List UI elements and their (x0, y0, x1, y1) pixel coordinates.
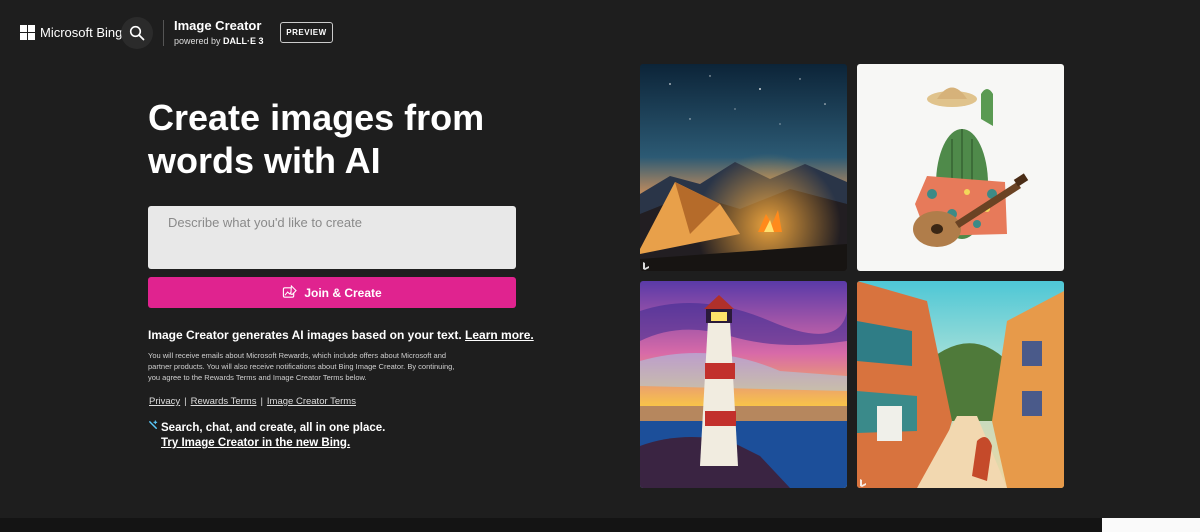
product-subtitle: powered by DALL·E 3 (174, 36, 264, 46)
product-title-block[interactable]: Image Creator powered by DALL·E 3 (174, 18, 264, 46)
microsoft-bing-logo[interactable]: Microsoft Bing (20, 25, 122, 40)
create-image-icon (283, 285, 298, 298)
prompt-input[interactable] (148, 206, 516, 269)
bottom-bar (0, 518, 1200, 532)
terms-links: Privacy | Rewards Terms | Image Creator Term… (149, 396, 356, 407)
info-text: Image Creator generates AI images based … (148, 328, 534, 342)
gallery-image-cactus-guitar[interactable] (857, 64, 1064, 271)
search-button[interactable] (121, 17, 153, 49)
brand-name: Microsoft Bing (40, 25, 123, 40)
image-creator-terms-link[interactable]: Image Creator Terms (267, 396, 356, 407)
learn-more-link[interactable]: Learn more. (465, 328, 534, 342)
bing-watermark-icon (643, 262, 649, 270)
microsoft-logo-icon (20, 25, 35, 40)
join-and-create-label: Join & Create (304, 285, 382, 300)
try-new-bing-link[interactable]: Try Image Creator in the new Bing. (161, 437, 350, 449)
powered-by-model: DALL·E 3 (223, 36, 264, 46)
promo-line-1: Search, chat, and create, all in one pla… (161, 422, 386, 434)
link-separator: | (260, 396, 263, 407)
powered-by-prefix: powered by (174, 36, 221, 46)
top-header: Microsoft Bing Image Creator powered by … (0, 0, 1200, 64)
bing-watermark-icon (860, 479, 866, 487)
search-icon (129, 25, 145, 41)
info-description: Image Creator generates AI images based … (148, 328, 462, 342)
product-title: Image Creator (174, 18, 262, 33)
preview-badge: PREVIEW (280, 22, 333, 43)
gallery-image-campfire[interactable] (640, 64, 847, 271)
new-bing-promo: Search, chat, and create, all in one pla… (148, 420, 386, 451)
hero-line-1: Create images from (148, 97, 485, 138)
join-and-create-button[interactable]: Join & Create (148, 277, 516, 308)
hero-line-2: words with AI (148, 140, 381, 181)
privacy-link[interactable]: Privacy (149, 396, 180, 407)
sparkle-icon (149, 420, 158, 429)
link-separator: | (184, 396, 187, 407)
rewards-terms-link[interactable]: Rewards Terms (191, 396, 257, 407)
header-divider (163, 20, 164, 46)
gallery-image-village-street[interactable] (857, 281, 1064, 488)
legal-notice: You will receive emails about Microsoft … (148, 351, 455, 382)
page-title: Create images from words with AI (148, 96, 528, 182)
gallery-image-lighthouse[interactable] (640, 281, 847, 488)
